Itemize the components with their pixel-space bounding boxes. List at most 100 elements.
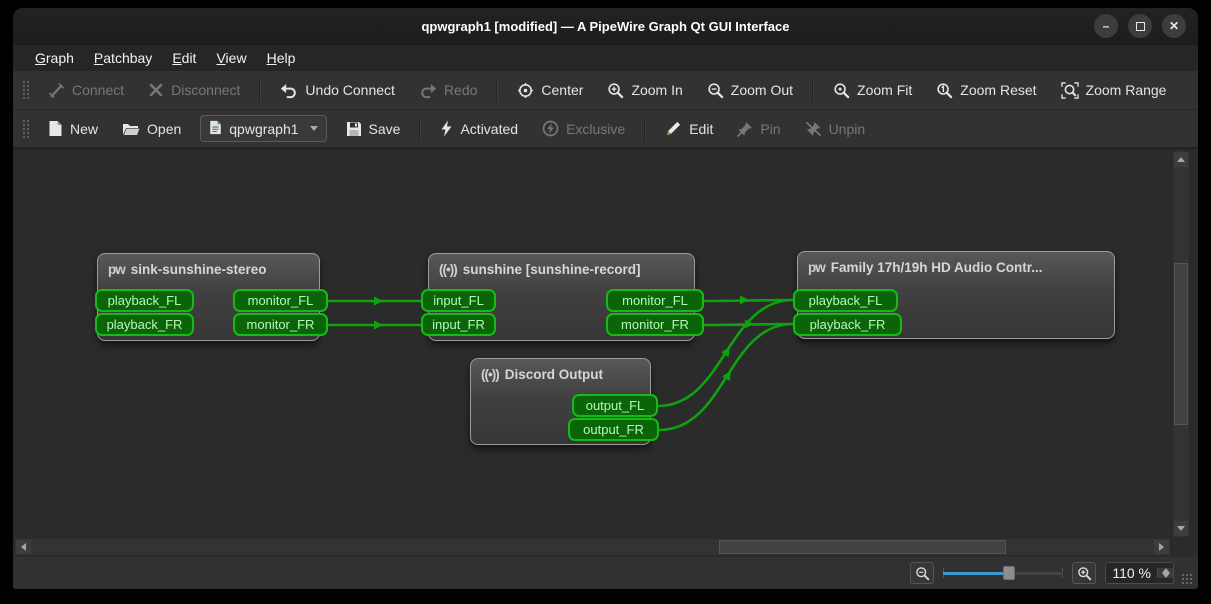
graph-layer: pwsink-sunshine-stereoplayback_FLplaybac… <box>14 150 1171 538</box>
toolbar-handle[interactable] <box>21 79 29 101</box>
port-sink-sunshine-stereo-monitor_FR[interactable]: monitor_FR <box>233 313 328 336</box>
undo-connect-button[interactable]: Undo Connect <box>269 76 406 105</box>
center-button[interactable]: Center <box>506 76 594 105</box>
zoom-out-button[interactable]: Zoom Out <box>696 76 804 105</box>
port-sunshine-monitor_FR[interactable]: monitor_FR <box>606 313 704 336</box>
node-header: ((•))Discord Output <box>471 359 650 386</box>
port-discord-output-output_FL[interactable]: output_FL <box>572 394 658 417</box>
connection-cable[interactable] <box>704 324 793 325</box>
connection-cable[interactable] <box>704 300 793 301</box>
zoom-fit-button[interactable]: Zoom Fit <box>822 76 923 105</box>
menu-bar: Graph Patchbay Edit View Help <box>13 45 1198 71</box>
arrow-down-icon <box>1162 573 1170 578</box>
menu-help[interactable]: Help <box>257 48 306 68</box>
zoom-range-button[interactable]: Zoom Range <box>1050 76 1178 105</box>
maximize-button[interactable] <box>1128 14 1152 38</box>
window-title: qpwgraph1 [modified] — A PipeWire Graph … <box>421 19 789 34</box>
title-bar[interactable]: qpwgraph1 [modified] — A PipeWire Graph … <box>13 8 1198 45</box>
exclusive-button[interactable]: Exclusive <box>531 114 636 143</box>
port-discord-output-output_FR[interactable]: output_FR <box>568 418 659 441</box>
open-button[interactable]: Open <box>111 115 192 143</box>
scroll-left-button[interactable] <box>16 540 31 554</box>
graph-canvas[interactable]: pwsink-sunshine-stereoplayback_FLplaybac… <box>13 148 1198 557</box>
spin-down-button[interactable] <box>1158 573 1173 578</box>
port-sunshine-monitor_FL[interactable]: monitor_FL <box>606 289 704 312</box>
arrow-right-icon <box>1159 543 1164 551</box>
zoom-spinbox[interactable]: 110 % <box>1105 562 1174 584</box>
zoom-in-icon <box>607 82 624 99</box>
toolbar-separator <box>644 117 646 141</box>
toolbar-separator <box>259 78 261 102</box>
activated-bolt-icon <box>440 120 453 137</box>
connection-arrow-icon <box>745 319 754 328</box>
zoom-in-icon <box>1077 566 1092 581</box>
zoom-in-button[interactable]: Zoom In <box>596 76 693 105</box>
edit-button[interactable]: Edit <box>654 114 724 143</box>
minimize-icon: – <box>1103 19 1110 33</box>
arrow-down-icon <box>1177 526 1185 531</box>
toolbar-file: New Open qpwgraph1 Save Activated <box>13 110 1198 148</box>
horizontal-scrollbar[interactable] <box>14 538 1171 556</box>
graph-viewport[interactable]: pwsink-sunshine-stereoplayback_FLplaybac… <box>14 150 1171 538</box>
vertical-scrollbar-thumb[interactable] <box>1174 263 1188 425</box>
zoom-spinbox-value: 110 % <box>1106 565 1157 581</box>
close-button[interactable]: ✕ <box>1162 14 1186 38</box>
scroll-down-button[interactable] <box>1174 521 1188 536</box>
connect-button[interactable]: Connect <box>37 76 135 105</box>
undo-icon <box>280 82 298 99</box>
port-sink-sunshine-stereo-monitor_FL[interactable]: monitor_FL <box>233 289 328 312</box>
pipewire-icon: pw <box>808 260 825 275</box>
patchbay-selector[interactable]: qpwgraph1 <box>200 115 326 142</box>
connection-arrow-icon <box>722 369 734 381</box>
redo-button[interactable]: Redo <box>408 76 488 105</box>
disconnect-button[interactable]: Disconnect <box>137 76 251 104</box>
toolbar-handle[interactable] <box>21 118 29 140</box>
statusbar-zoom-out-button[interactable] <box>910 562 934 584</box>
scroll-right-button[interactable] <box>1154 540 1169 554</box>
pipewire-icon: pw <box>108 262 125 277</box>
node-header: ((•))sunshine [sunshine-record] <box>429 254 694 281</box>
connect-icon <box>48 82 65 99</box>
horizontal-scrollbar-thumb[interactable] <box>719 540 1006 554</box>
menu-edit[interactable]: Edit <box>162 48 206 68</box>
stream-icon: ((•)) <box>439 262 457 277</box>
zoom-slider[interactable] <box>943 565 1063 581</box>
port-sink-sunshine-stereo-playback_FR[interactable]: playback_FR <box>95 313 194 336</box>
port-sink-sunshine-stereo-playback_FL[interactable]: playback_FL <box>95 289 194 312</box>
zoom-out-icon <box>707 82 724 99</box>
menu-patchbay[interactable]: Patchbay <box>84 48 162 68</box>
activated-button[interactable]: Activated <box>429 114 529 143</box>
port-family-hd-audio-playback_FL[interactable]: playback_FL <box>793 289 898 312</box>
window-resize-grip[interactable] <box>1181 573 1194 586</box>
minimize-button[interactable]: – <box>1094 14 1118 38</box>
patchbay-file-icon <box>209 120 222 138</box>
node-title-text: sink-sunshine-stereo <box>131 262 267 277</box>
unpin-button[interactable]: Unpin <box>794 115 877 143</box>
menu-view[interactable]: View <box>206 48 256 68</box>
zoom-slider-handle[interactable] <box>1003 566 1015 580</box>
qpwgraph-window: qpwgraph1 [modified] — A PipeWire Graph … <box>13 8 1198 589</box>
port-family-hd-audio-playback_FR[interactable]: playback_FR <box>793 313 902 336</box>
statusbar-zoom-in-button[interactable] <box>1072 562 1096 584</box>
zoom-range-icon <box>1061 82 1079 99</box>
center-icon <box>517 82 534 99</box>
zoom-reset-icon <box>936 82 953 99</box>
toolbar-separator <box>419 117 421 141</box>
vertical-scrollbar[interactable] <box>1172 150 1190 538</box>
close-icon: ✕ <box>1169 19 1179 33</box>
save-button[interactable]: Save <box>335 115 412 143</box>
port-sunshine-input_FR[interactable]: input_FR <box>421 313 496 336</box>
menu-graph[interactable]: Graph <box>25 48 84 68</box>
connection-arrow-icon <box>740 295 749 304</box>
exclusive-bolt-icon <box>542 120 559 137</box>
open-folder-icon <box>122 121 140 137</box>
port-sunshine-input_FL[interactable]: input_FL <box>421 289 496 312</box>
zoom-reset-button[interactable]: Zoom Reset <box>925 76 1047 105</box>
chevron-down-icon <box>310 126 318 131</box>
zoom-fit-icon <box>833 82 850 99</box>
scroll-up-button[interactable] <box>1174 152 1188 167</box>
connection-arrow-icon <box>721 345 733 357</box>
arrow-up-icon <box>1177 157 1185 162</box>
pin-button[interactable]: Pin <box>726 115 791 143</box>
new-button[interactable]: New <box>37 114 109 143</box>
